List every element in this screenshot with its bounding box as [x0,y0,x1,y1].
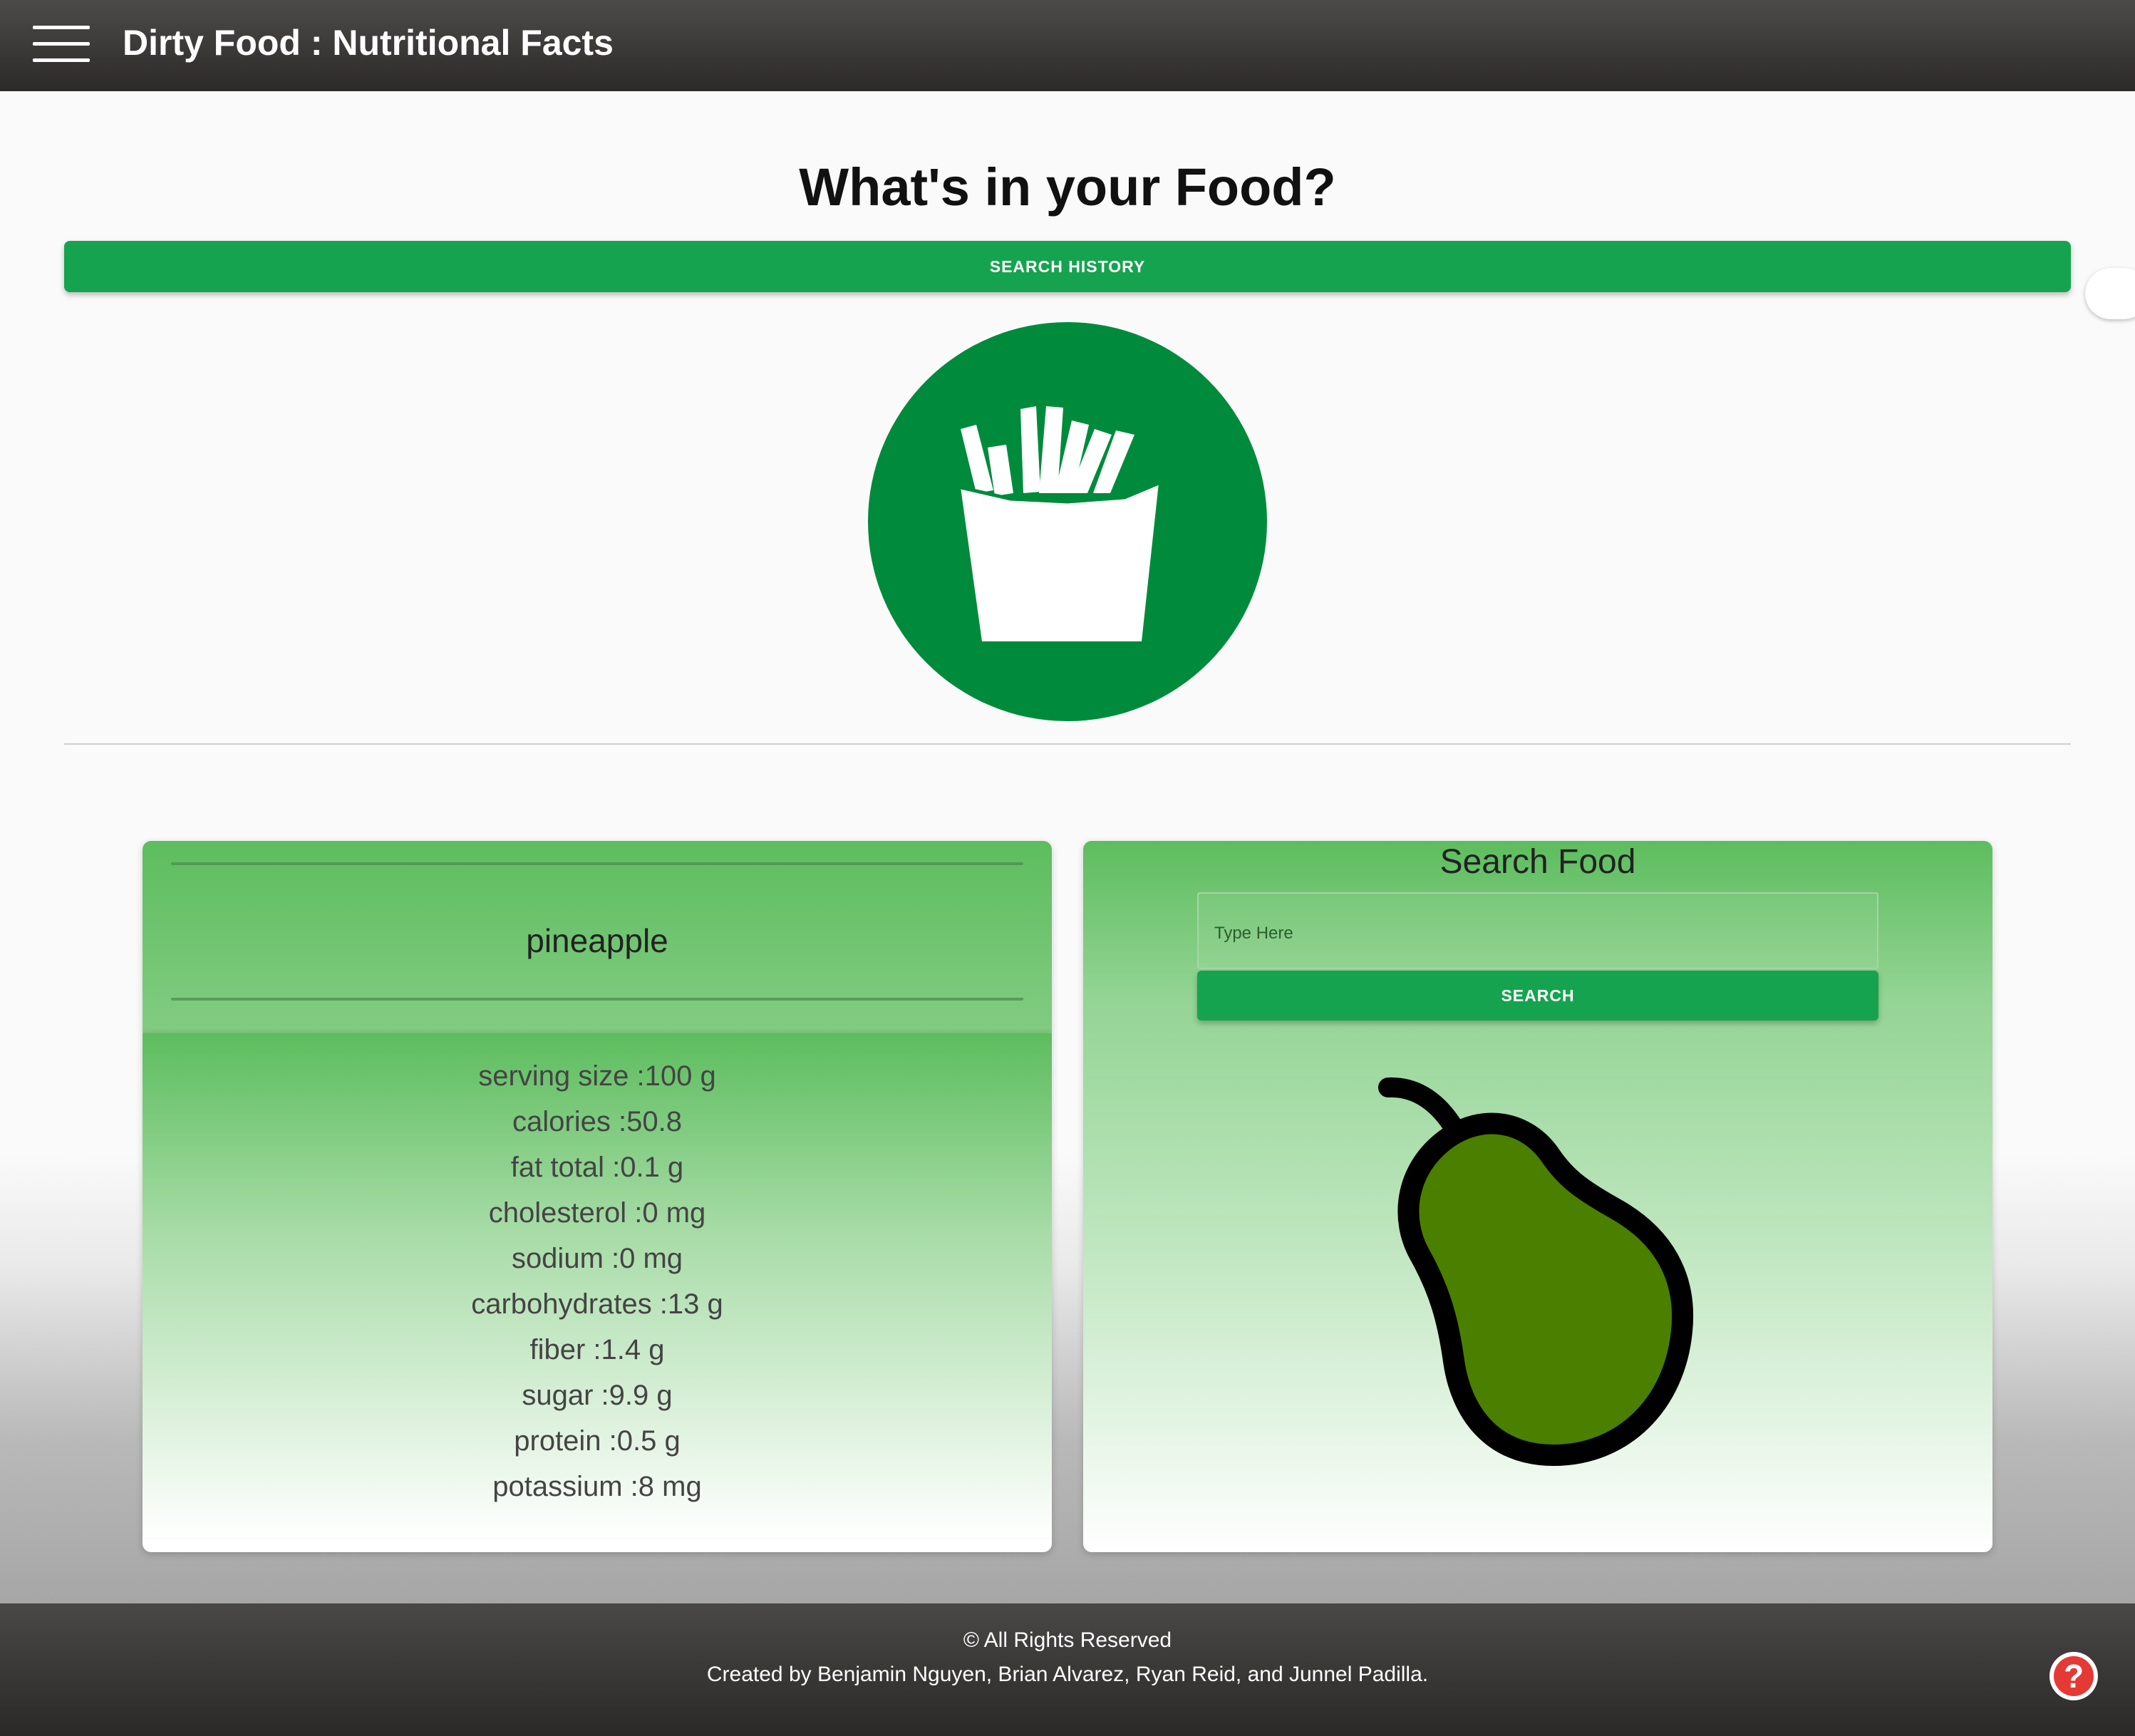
side-drawer-handle[interactable] [2085,268,2135,319]
section-divider [64,743,2071,745]
nutrition-item: calories :50.8 [512,1106,682,1137]
nutrition-item: sodium :0 mg [511,1243,683,1274]
nutrition-item: sugar :9.9 g [522,1380,673,1411]
nutrition-item: protein :0.5 g [514,1425,681,1457]
nutrition-facts-panel: serving size :100 g calories :50.8 fat t… [143,1033,1052,1538]
search-button[interactable]: SEARCH [1197,971,1878,1021]
nutrition-item: carbohydrates :13 g [471,1288,723,1320]
question-mark-icon: ? [2054,1656,2094,1696]
footer-credits: Created by Benjamin Nguyen, Brian Alvare… [706,1663,1429,1686]
nutrition-item: fat total :0.1 g [510,1152,684,1183]
search-card-title: Search Food [1439,843,1636,881]
nutrition-item: potassium :8 mg [492,1471,702,1502]
top-app-bar: Dirty Food : Nutritional Facts [0,0,2135,91]
decorative-divider-bottom [171,998,1023,1001]
nutrition-item: cholesterol :0 mg [488,1197,706,1229]
food-search-input[interactable] [1197,892,1878,969]
page-heading: What's in your Food? [799,157,1336,217]
pear-icon [1378,1077,1694,1466]
nutrition-item: fiber :1.4 g [529,1334,665,1365]
decorative-divider-top [171,862,1023,865]
search-food-card: Search Food SEARCH [1083,841,1992,1552]
app-title: Dirty Food : Nutritional Facts [123,23,614,63]
nutrition-item: serving size :100 g [478,1060,716,1092]
help-button[interactable]: ? [2049,1652,2098,1700]
food-name: pineapple [526,922,668,959]
footer-rights: © All Rights Reserved [963,1628,1172,1652]
search-history-button[interactable]: SEARCH HISTORY [64,241,2071,292]
french-fries-icon [868,322,1267,721]
hamburger-menu-icon[interactable] [33,26,90,63]
footer: © All Rights Reserved Created by Benjami… [0,1603,2135,1736]
nutrition-list: serving size :100 g calories :50.8 fat t… [143,1033,1052,1509]
nutrition-result-card: pineapple serving size :100 g calories :… [143,841,1052,1552]
result-card-header: pineapple [143,841,1052,1033]
